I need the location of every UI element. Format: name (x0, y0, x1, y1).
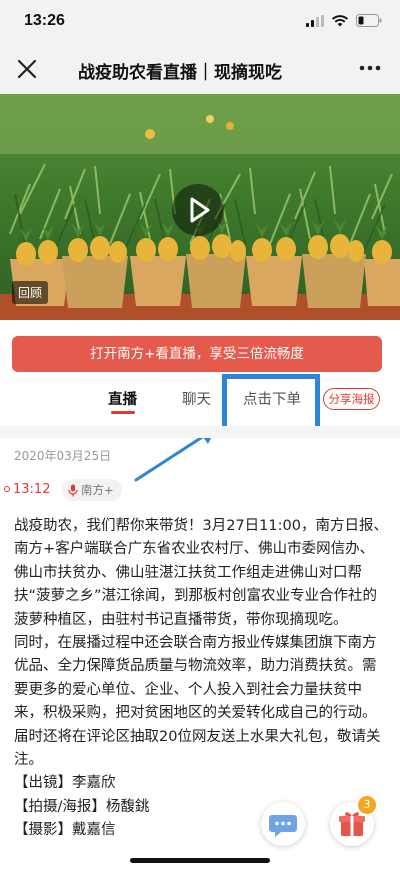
gift-count-badge: 3 (358, 796, 376, 814)
active-tab-indicator (111, 411, 135, 414)
battery-icon (356, 14, 382, 27)
tab-chat[interactable]: 聊天 (182, 388, 211, 409)
comment-icon (269, 815, 297, 837)
microphone-icon (68, 484, 78, 496)
tab-live[interactable]: 直播 (108, 388, 137, 409)
play-button[interactable] (172, 184, 224, 236)
source-badge: 南方+ (62, 479, 122, 501)
feed-time: 13:12 (13, 482, 51, 497)
feed-date: 2020年03月25日 (14, 449, 112, 463)
timeline-dot (4, 486, 10, 492)
post-paragraph: 战疫助农，我们帮你来带货！3月27日11:00，南方日报、南方+客户端联合广东省… (14, 518, 388, 628)
share-poster-button[interactable]: 分享海报 (323, 388, 380, 410)
feed-post-body: 战疫助农，我们帮你来带货！3月27日11:00，南方日报、南方+客户端联合广东省… (14, 515, 388, 843)
more-icon[interactable] (358, 60, 382, 76)
nav-bar: 战疫助农看直播｜现摘现吃 (0, 44, 400, 94)
source-label: 南方+ (81, 483, 114, 497)
replay-badge: 回顾 (12, 281, 49, 304)
play-icon (190, 197, 210, 223)
signal-icon (306, 14, 324, 27)
comment-button[interactable] (261, 802, 305, 846)
close-icon[interactable] (14, 56, 40, 82)
post-credit: 【出镜】李嘉欣 (14, 775, 116, 792)
home-indicator (130, 858, 270, 863)
status-time: 13:26 (24, 12, 65, 29)
gift-button[interactable]: 3 (330, 796, 376, 846)
open-app-banner[interactable]: 打开南方+看直播，享受三倍流畅度 (12, 336, 382, 372)
wifi-icon (332, 14, 348, 26)
section-divider (0, 426, 400, 438)
post-paragraph: 同时，在展播过程中还会联合南方报业传媒集团旗下南方优品、全力保障货品质量与物流效… (14, 635, 381, 769)
highlight-box (222, 374, 320, 432)
status-bar: 13:26 (0, 0, 400, 44)
